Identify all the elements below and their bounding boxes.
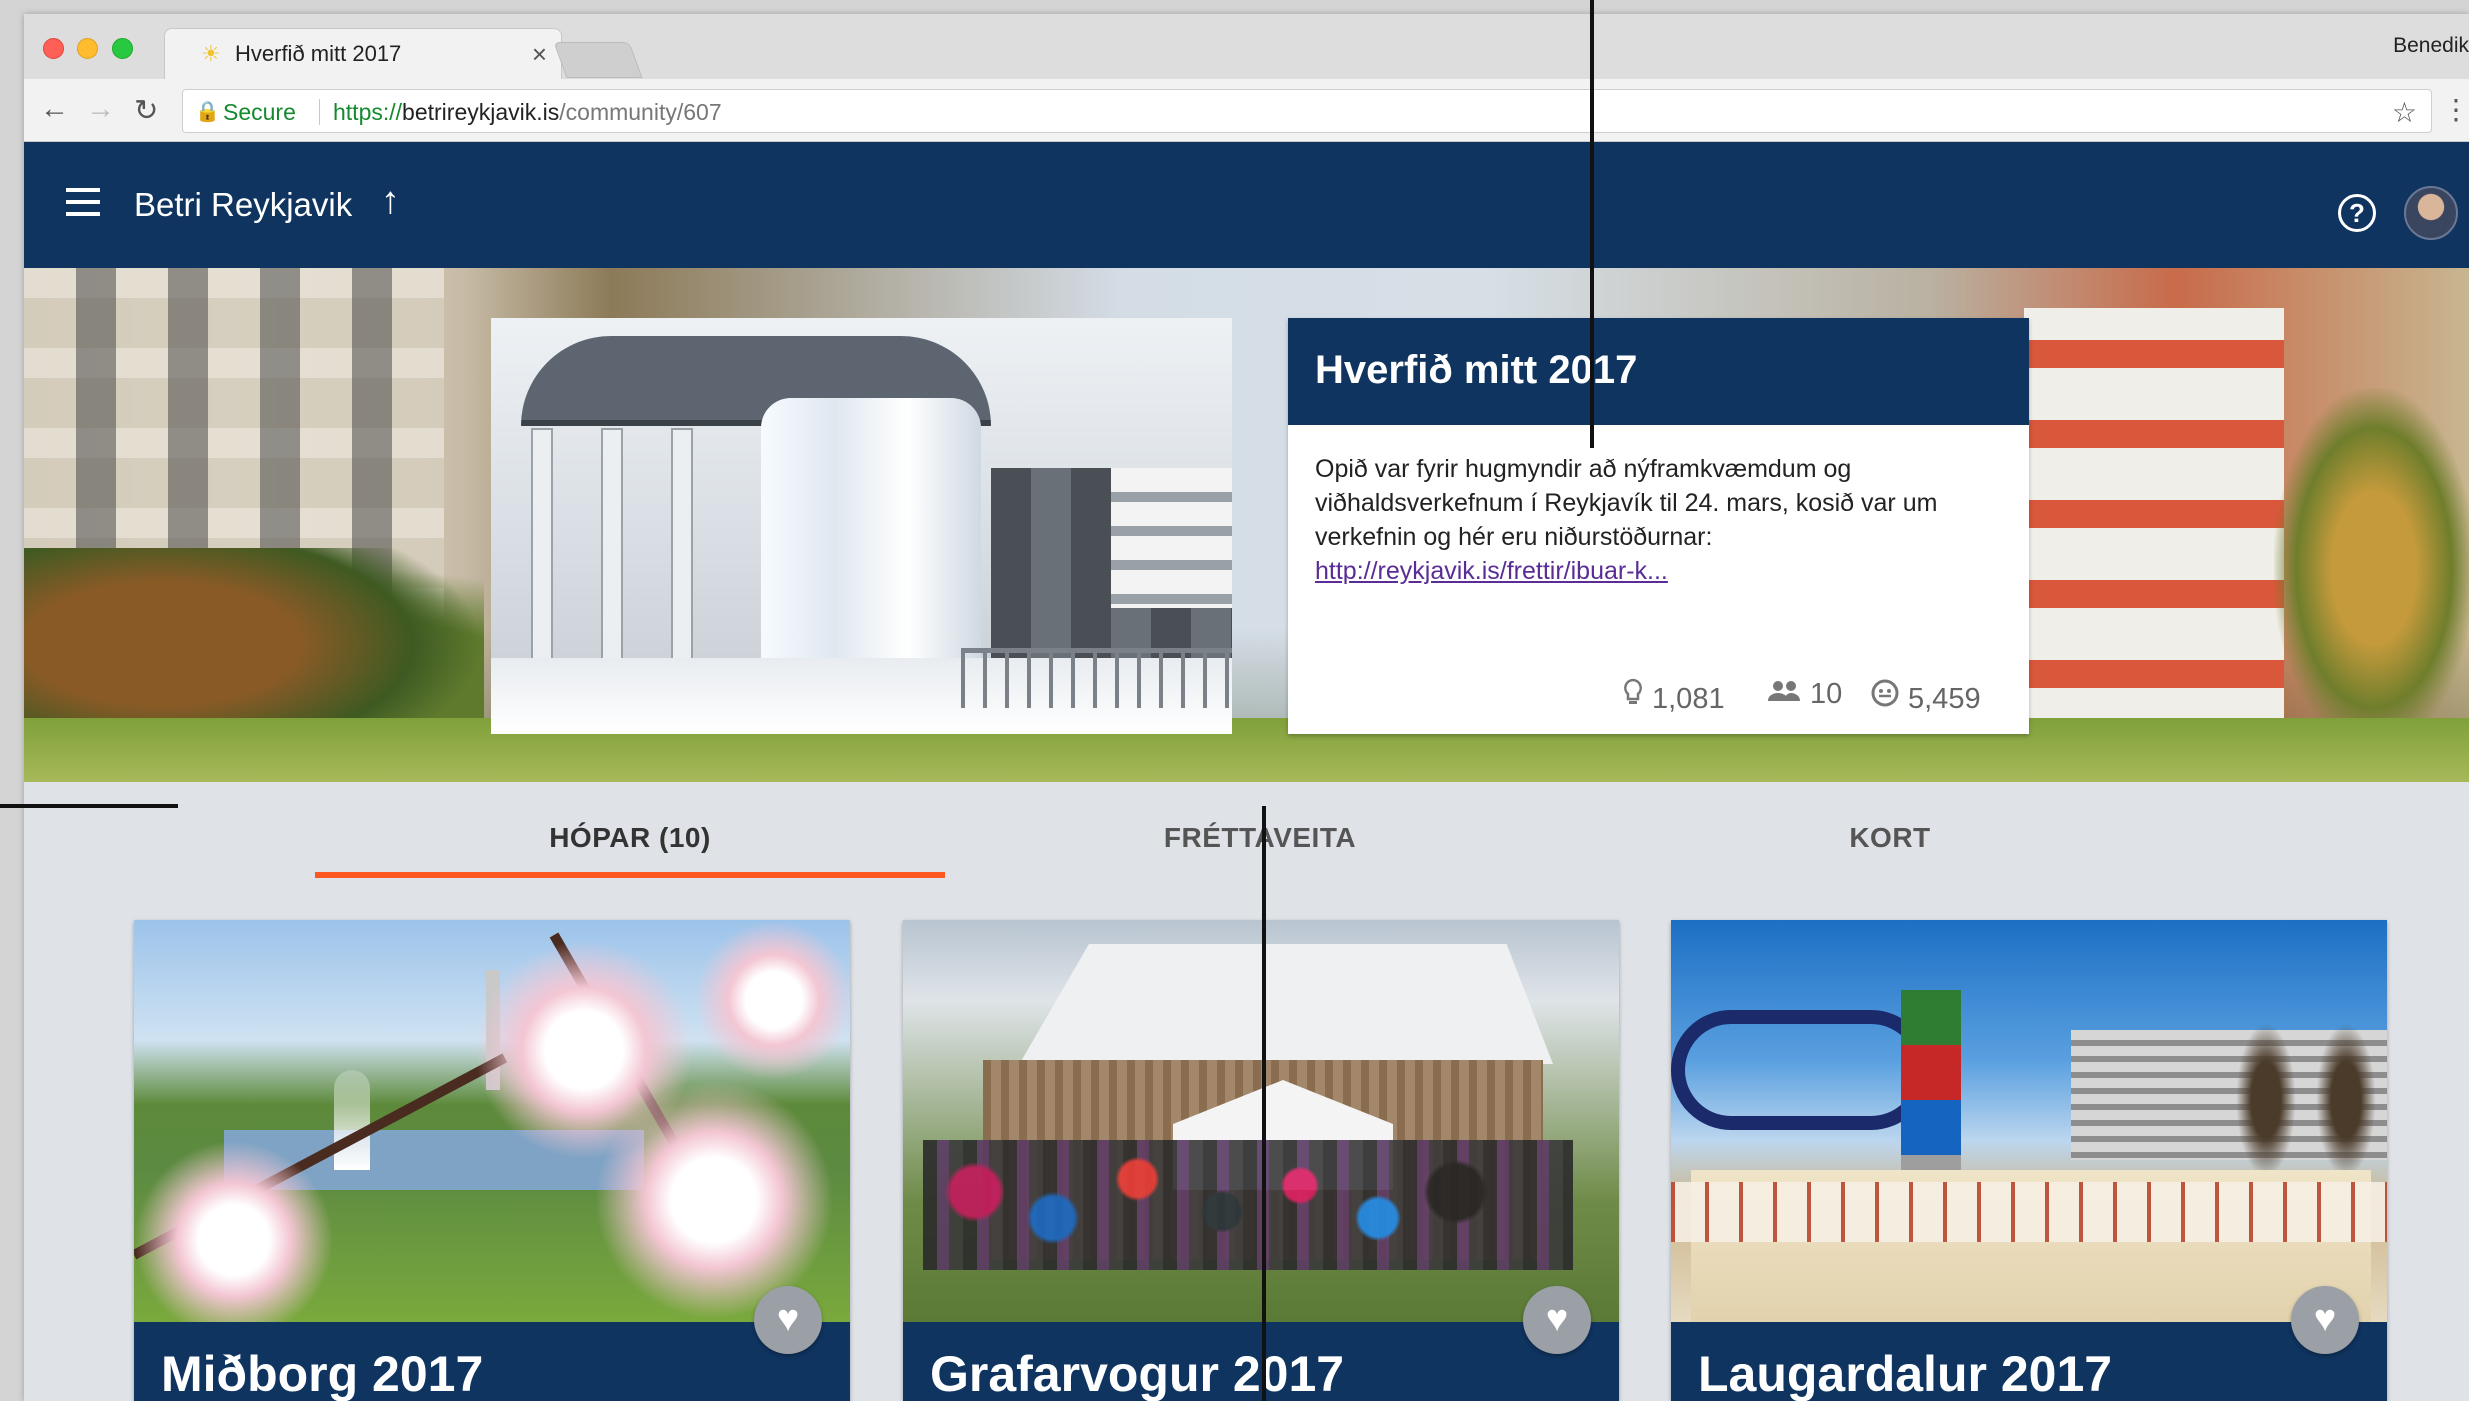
group-card-title: Miðborg 2017 <box>161 1346 484 1401</box>
close-tab-icon[interactable]: × <box>532 39 547 70</box>
people-icon <box>1766 678 1802 711</box>
tab-groups[interactable]: HÓPAR (10) <box>315 822 945 854</box>
stat-views-count: 5,459 <box>1908 683 1981 715</box>
overlay-line-vertical-bottom <box>1262 806 1266 1401</box>
community-logo-image <box>491 318 1232 734</box>
forward-button[interactable]: → <box>86 93 115 126</box>
new-tab-button[interactable] <box>553 42 643 78</box>
secure-label: Secure <box>223 99 296 125</box>
overlay-line-vertical-top <box>1590 0 1594 448</box>
favorite-heart-icon[interactable]: ♥ <box>754 1286 822 1354</box>
minimize-window-button[interactable] <box>77 38 98 59</box>
url-host: betrireykjavik.is <box>402 99 560 125</box>
browser-tabbar: ☀ Hverfið mitt 2017 × Benedik <box>24 14 2469 79</box>
browser-window: ☀ Hverfið mitt 2017 × Benedik ← → ↻ 🔒 Se… <box>24 14 2469 1401</box>
image-water-slide <box>1671 1010 1931 1130</box>
maximize-window-button[interactable] <box>112 38 133 59</box>
image-tree <box>2311 1010 2381 1190</box>
profile-name[interactable]: Benedik <box>2393 34 2469 58</box>
community-hero: Hverfið mitt 2017 Opið var fyrir hugmynd… <box>24 268 2469 782</box>
tab-map[interactable]: KORT <box>1575 822 2205 854</box>
favorite-heart-icon[interactable]: ♥ <box>2291 1286 2359 1354</box>
group-card-title: Grafarvogur 2017 <box>930 1346 1345 1401</box>
up-arrow-icon[interactable]: ↑ <box>381 180 400 223</box>
community-link[interactable]: http://reykjavik.is/frettir/ibuar-k... <box>1315 554 2005 588</box>
image-blossom <box>694 920 850 1080</box>
group-card-title: Laugardalur 2017 <box>1698 1346 2113 1401</box>
photo-railing <box>961 648 1232 708</box>
image-fence <box>1671 1182 2387 1242</box>
overlay-line-horizontal <box>0 804 178 808</box>
favorite-heart-icon[interactable]: ♥ <box>1523 1286 1591 1354</box>
app-header: Betri Reykjavik ↑ ? <box>24 142 2469 268</box>
photo-building-white <box>1111 468 1232 608</box>
hero-background-building-right <box>2024 308 2284 728</box>
browser-tab-active[interactable]: ☀ Hverfið mitt 2017 × <box>164 28 562 79</box>
help-icon[interactable]: ? <box>2338 194 2376 232</box>
url-path: /community/607 <box>559 99 722 125</box>
reload-button[interactable]: ↻ <box>134 93 158 128</box>
address-separator <box>319 99 320 125</box>
image-blossom <box>594 1080 834 1320</box>
image-crowd <box>923 1140 1573 1270</box>
group-card-laugardalur[interactable]: ♥ Laugardalur 2017 <box>1671 920 2387 1401</box>
tab-title: Hverfið mitt 2017 <box>235 41 402 66</box>
stat-ideas: 1,081 <box>1622 678 1725 716</box>
community-info-header: Hverfið mitt 2017 <box>1288 318 2029 425</box>
stat-users: 10 <box>1766 678 1842 711</box>
url-text[interactable]: https://betrireykjavik.is/community/607 <box>333 99 722 126</box>
community-content: HÓPAR (10) FRÉTTAVEITA KORT ♥ Miðborg 20… <box>24 782 2469 1401</box>
active-tab-indicator <box>315 872 945 878</box>
user-avatar[interactable] <box>2404 186 2458 240</box>
group-card-image <box>903 920 1619 1322</box>
stat-views: 5,459 <box>1870 678 1981 716</box>
hamburger-menu-icon[interactable] <box>66 188 100 216</box>
community-title: Hverfið mitt 2017 <box>1315 348 1638 392</box>
face-icon <box>1870 678 1900 716</box>
browser-menu-icon[interactable]: ⋮ <box>2442 93 2469 126</box>
community-description-text: Opið var fyrir hugmyndir að nýframkvæmdu… <box>1315 455 1938 551</box>
tab-news-feed[interactable]: FRÉTTAVEITA <box>945 822 1575 854</box>
image-fountain <box>334 1070 370 1170</box>
stat-ideas-count: 1,081 <box>1652 683 1725 715</box>
bookmark-star-icon[interactable]: ☆ <box>2392 96 2417 129</box>
app-title[interactable]: Betri Reykjavik <box>134 186 352 224</box>
lock-icon: 🔒 <box>195 101 220 123</box>
lightbulb-icon <box>1622 678 1644 716</box>
group-card-grafarvogur[interactable]: ♥ Grafarvogur 2017 <box>903 920 1619 1401</box>
hero-background-grass <box>24 718 2469 782</box>
community-description: Opið var fyrir hugmyndir að nýframkvæmdu… <box>1315 452 2005 588</box>
back-button[interactable]: ← <box>40 93 69 126</box>
group-card-image <box>134 920 850 1322</box>
community-info-card: Hverfið mitt 2017 Opið var fyrir hugmynd… <box>1288 318 2029 734</box>
hero-background-tree-right <box>2274 388 2469 748</box>
address-bar[interactable]: 🔒 Secure https://betrireykjavik.is/commu… <box>182 89 2432 133</box>
close-window-button[interactable] <box>43 38 64 59</box>
stat-users-count: 10 <box>1810 678 1843 710</box>
group-card-midborg[interactable]: ♥ Miðborg 2017 <box>134 920 850 1401</box>
sun-icon: ☀ <box>201 41 221 66</box>
url-scheme: https:// <box>333 99 403 125</box>
browser-toolbar: ← → ↻ 🔒 Secure https://betrireykjavik.is… <box>24 79 2469 142</box>
group-card-image <box>1671 920 2387 1322</box>
image-tree <box>2231 1010 2301 1190</box>
